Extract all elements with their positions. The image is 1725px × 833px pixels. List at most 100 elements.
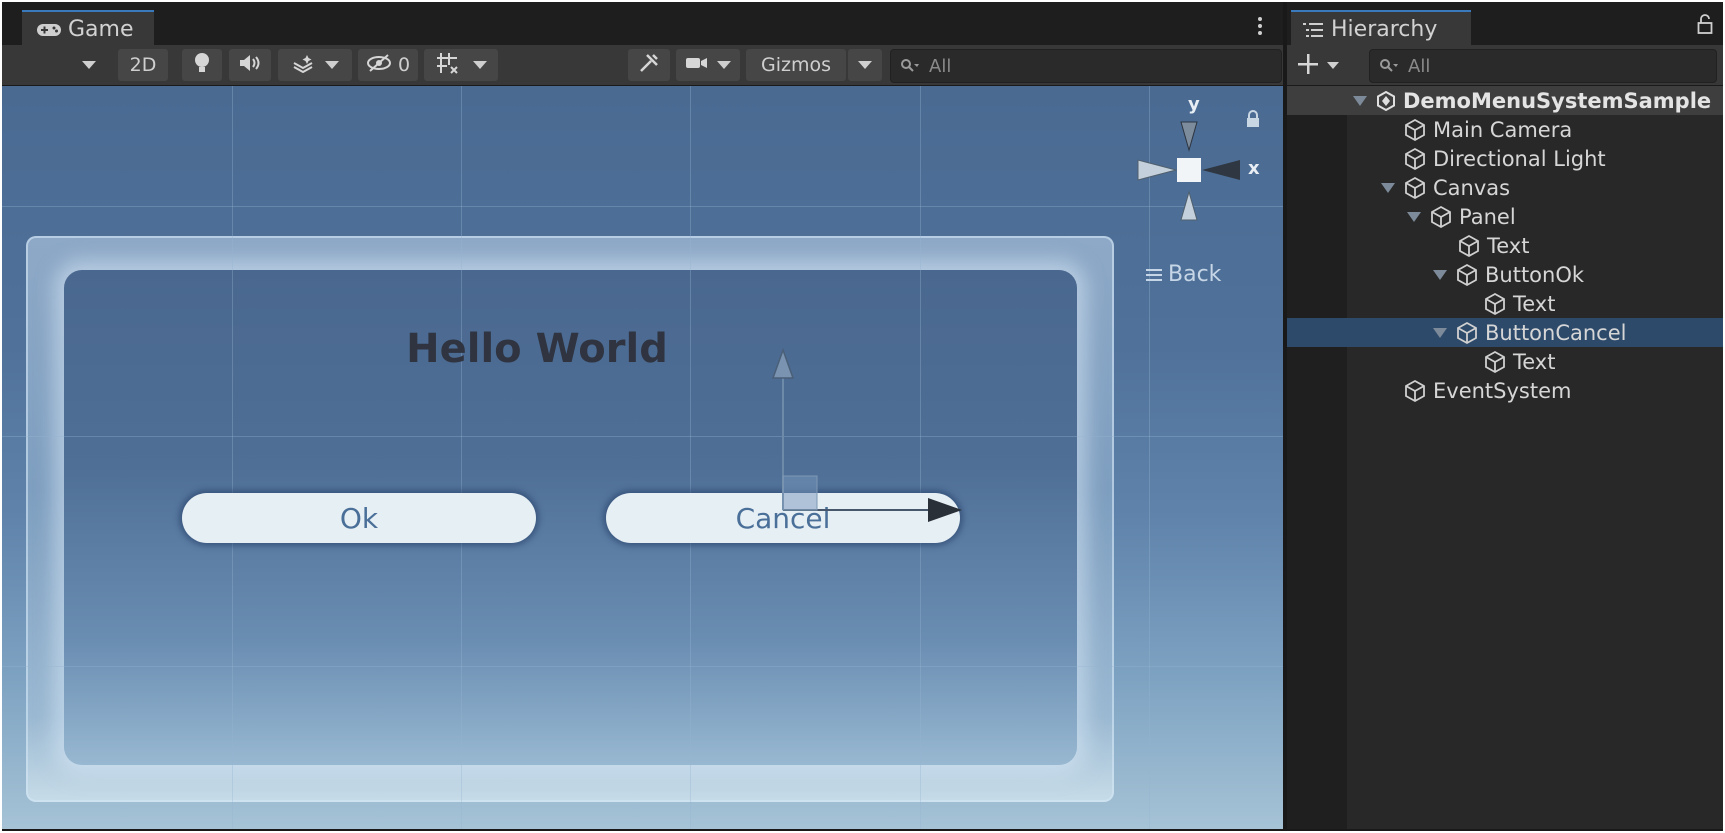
layers-icon — [291, 53, 315, 78]
camera-icon — [685, 54, 709, 77]
create-dropdown[interactable] — [1297, 50, 1339, 80]
hierarchy-item-main-camera[interactable]: Main Camera — [1287, 115, 1723, 144]
chevron-down-icon — [858, 61, 872, 69]
chevron-down-icon — [325, 61, 339, 69]
gameobject-cube-icon — [1483, 350, 1507, 374]
tab-game-label: Game — [68, 17, 134, 42]
hierarchy-item-label: Text — [1487, 233, 1530, 258]
gizmos-button[interactable]: Gizmos — [746, 49, 846, 81]
ok-button[interactable]: Ok — [182, 493, 536, 543]
hierarchy-item-label: ButtonCancel — [1485, 320, 1627, 345]
search-icon — [901, 59, 919, 73]
scene-search-placeholder: All — [929, 55, 952, 77]
gameobject-cube-icon — [1403, 147, 1427, 171]
tab-hierarchy-label: Hierarchy — [1331, 17, 1438, 42]
speaker-icon — [238, 53, 262, 78]
hierarchy-item-directional-light[interactable]: Directional Light — [1287, 144, 1723, 173]
grid-line — [2, 666, 1283, 667]
expand-arrow-icon — [1381, 182, 1395, 193]
hierarchy-toolbar: All — [1287, 45, 1723, 86]
hello-world-text[interactable]: Hello World — [302, 326, 772, 372]
hierarchy-item-label: ButtonOk — [1485, 262, 1585, 287]
hierarchy-item-buttoncancel-text[interactable]: Text — [1287, 347, 1723, 376]
chevron-down-icon — [717, 61, 731, 69]
hierarchy-item-scene[interactable]: DemoMenuSystemSample — [1287, 86, 1723, 115]
move-tool-gizmo[interactable] — [762, 346, 972, 526]
hierarchy-item-panel-text[interactable]: Text — [1287, 231, 1723, 260]
game-tabbar: Game — [2, 2, 1283, 47]
hierarchy-item-label: Directional Light — [1433, 146, 1606, 171]
tab-hierarchy[interactable]: Hierarchy — [1291, 10, 1471, 47]
unity-scene-icon — [1375, 90, 1397, 112]
effects-dropdown[interactable] — [278, 49, 352, 81]
toggle-2d-button[interactable]: 2D — [118, 49, 168, 81]
chevron-down-icon — [473, 61, 487, 69]
chevron-down-icon — [82, 61, 96, 69]
tools-icon — [638, 52, 660, 79]
game-panel: Game 2D 0 Gizmos All Hello World Ok Canc… — [2, 2, 1283, 829]
scene-viewport[interactable]: Hello World Ok Cancel y x Back — [2, 86, 1283, 829]
hierarchy-item-buttoncancel[interactable]: ButtonCancel — [1287, 318, 1723, 347]
tab-game[interactable]: Game — [22, 10, 154, 47]
tools-button[interactable] — [628, 49, 670, 81]
hierarchy-item-buttonok-text[interactable]: Text — [1287, 289, 1723, 318]
grid-dropdown[interactable] — [424, 49, 498, 81]
hierarchy-item-label: Main Camera — [1433, 117, 1573, 142]
gamepad-icon — [36, 22, 62, 38]
hierarchy-item-label: Canvas — [1433, 175, 1511, 200]
expand-arrow-icon — [1353, 95, 1367, 106]
gizmo-x-label: x — [1248, 158, 1260, 179]
hierarchy-search-field[interactable]: All — [1369, 49, 1717, 83]
scene-visibility-toggle[interactable]: 0 — [358, 49, 418, 81]
hierarchy-item-label: Text — [1513, 349, 1556, 374]
grid-line — [2, 206, 1283, 207]
hierarchy-item-label: EventSystem — [1433, 378, 1572, 403]
gameobject-cube-icon — [1483, 292, 1507, 316]
plus-icon — [1297, 49, 1319, 82]
lighting-toggle[interactable] — [182, 49, 222, 81]
hierarchy-list-icon — [1303, 22, 1323, 38]
menu-icon — [1146, 268, 1162, 282]
gameobject-cube-icon — [1403, 379, 1427, 403]
gameobject-cube-icon — [1403, 176, 1427, 200]
hierarchy-item-panel[interactable]: Panel — [1287, 202, 1723, 231]
view-direction-label[interactable]: Back — [1146, 262, 1221, 287]
search-icon — [1380, 59, 1398, 73]
grid-line — [461, 86, 462, 829]
hierarchy-item-eventsystem[interactable]: EventSystem — [1287, 376, 1723, 405]
hierarchy-item-canvas[interactable]: Canvas — [1287, 173, 1723, 202]
view-dropdown[interactable] — [74, 49, 104, 81]
lock-icon[interactable] — [1245, 110, 1261, 128]
hierarchy-item-buttonok[interactable]: ButtonOk — [1287, 260, 1723, 289]
more-options-icon[interactable] — [1257, 16, 1263, 41]
scene-toolbar: 2D 0 Gizmos All — [2, 45, 1283, 86]
hidden-count: 0 — [397, 54, 411, 76]
hierarchy-tabbar: Hierarchy — [1287, 2, 1723, 47]
camera-dropdown[interactable] — [676, 49, 740, 81]
gizmo-y-label: y — [1188, 94, 1200, 115]
eye-slash-icon — [366, 53, 392, 78]
gizmos-dropdown[interactable] — [848, 49, 882, 81]
audio-toggle[interactable] — [229, 49, 271, 81]
grid-line — [232, 86, 233, 829]
gameobject-cube-icon — [1457, 234, 1481, 258]
hierarchy-item-label: DemoMenuSystemSample — [1403, 88, 1712, 113]
hierarchy-search-placeholder: All — [1408, 55, 1431, 77]
view-direction-text: Back — [1168, 262, 1222, 287]
lightbulb-icon — [194, 52, 210, 79]
expand-arrow-icon — [1433, 269, 1447, 280]
grid-line — [2, 436, 1283, 437]
gameobject-cube-icon — [1455, 321, 1479, 345]
hierarchy-panel: Hierarchy All DemoMenuSystemSample Main … — [1287, 2, 1723, 829]
scene-search-field[interactable]: All — [890, 49, 1282, 83]
ok-button-label: Ok — [339, 501, 379, 535]
grid-icon — [435, 51, 459, 80]
gameobject-cube-icon — [1403, 118, 1427, 142]
chevron-down-icon — [1327, 61, 1339, 69]
hierarchy-item-label: Panel — [1459, 204, 1516, 229]
hierarchy-item-label: Text — [1513, 291, 1556, 316]
expand-arrow-icon — [1433, 327, 1447, 338]
lock-icon[interactable] — [1697, 14, 1713, 38]
expand-arrow-icon — [1407, 211, 1421, 222]
gameobject-cube-icon — [1455, 263, 1479, 287]
